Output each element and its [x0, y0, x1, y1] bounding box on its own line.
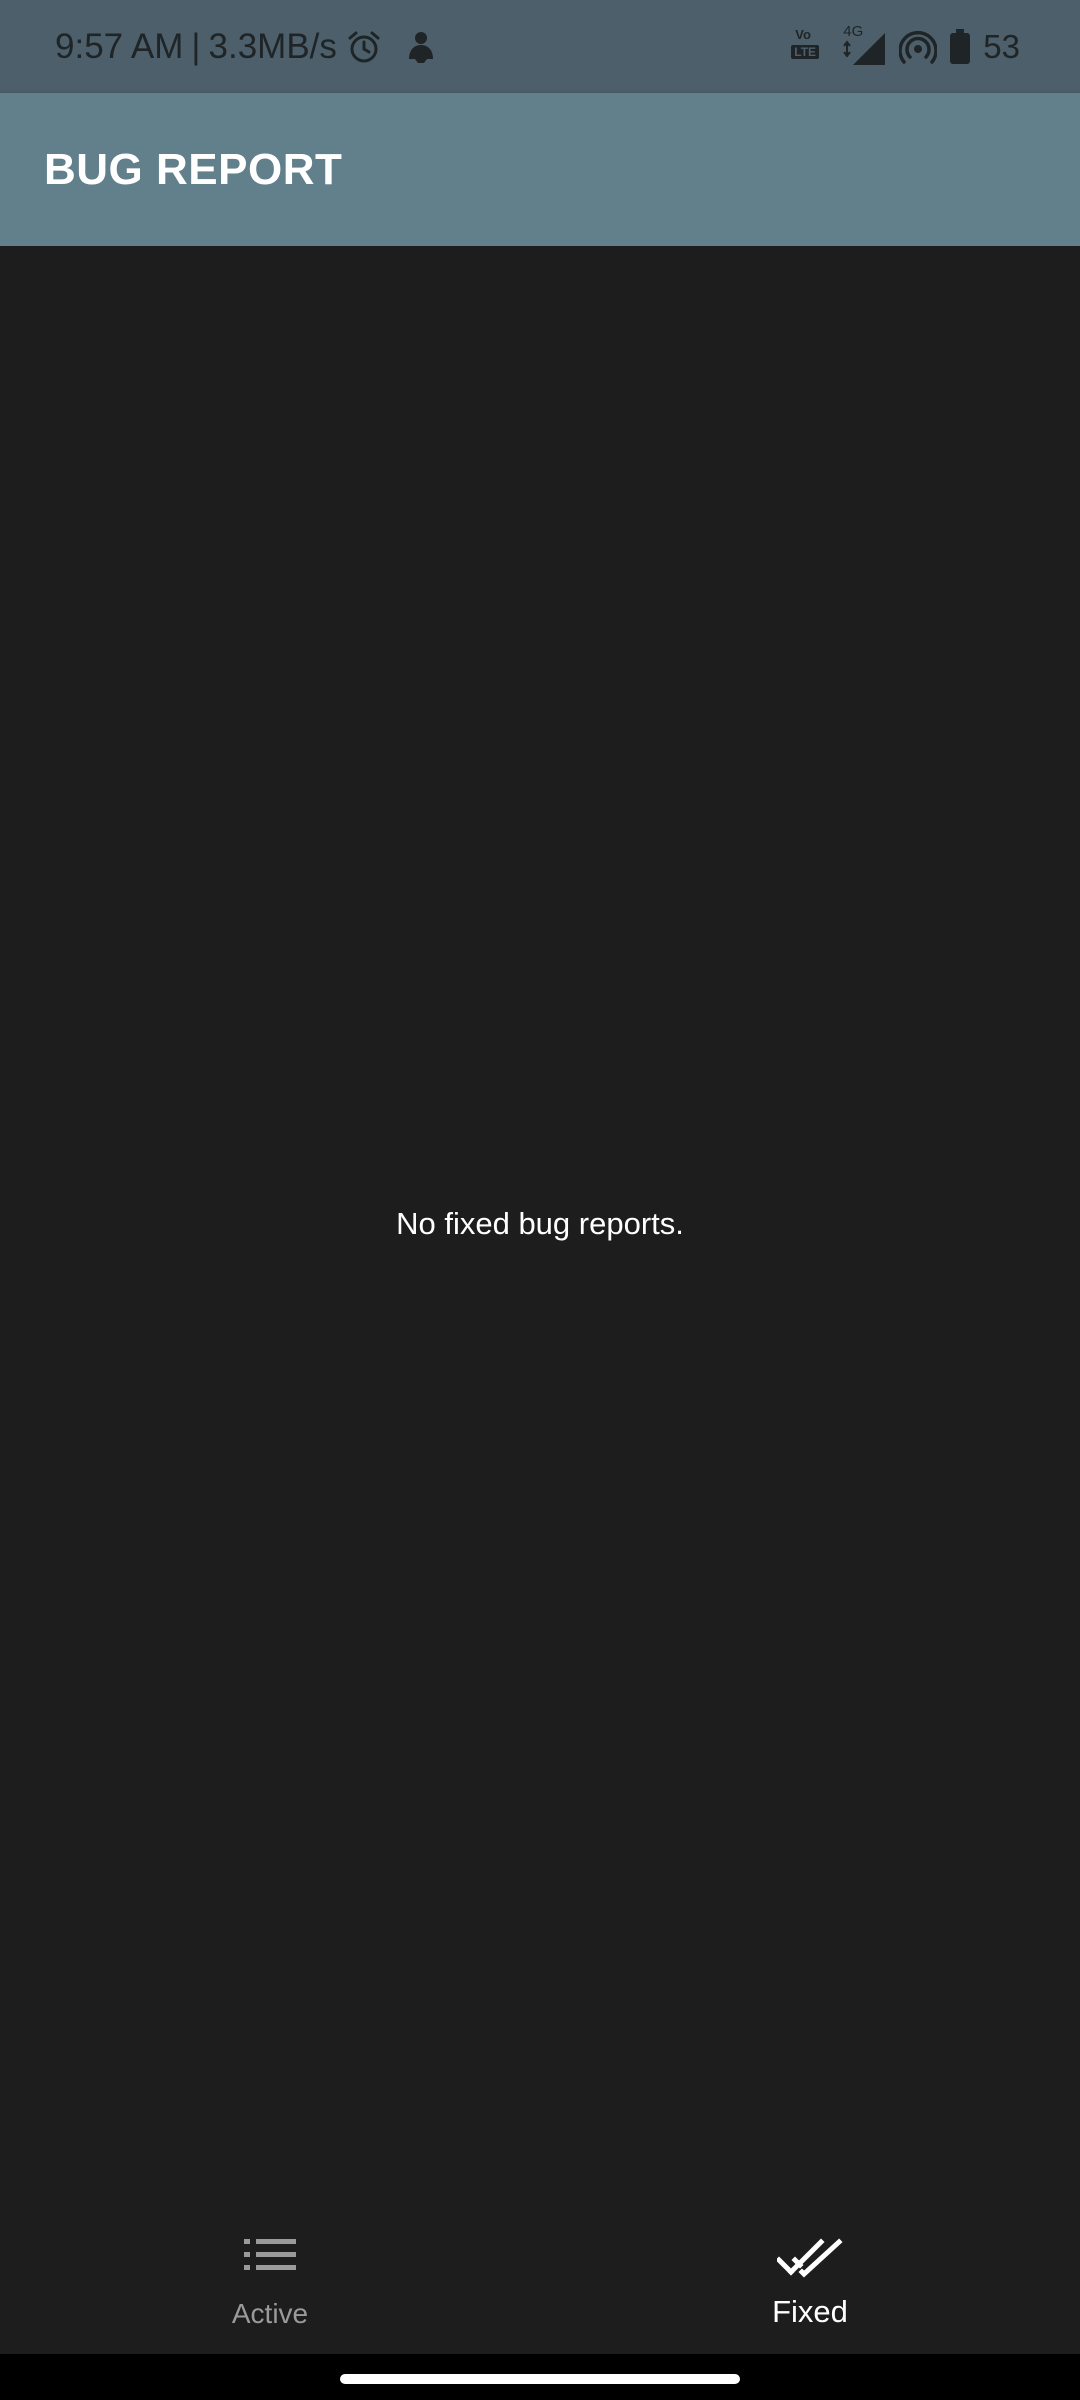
home-gesture-handle[interactable]	[340, 2374, 740, 2384]
tab-fixed[interactable]: Fixed	[540, 2194, 1080, 2354]
app-bar: BUG REPORT	[0, 93, 1080, 246]
volte-label: Vo	[795, 26, 811, 42]
status-separator: |	[191, 26, 201, 66]
tab-fixed-label: Fixed	[772, 2294, 848, 2329]
battery-icon	[949, 28, 971, 65]
tab-active[interactable]: Active	[0, 2194, 540, 2354]
list-icon	[244, 2238, 296, 2277]
status-speed: 3.3MB/s	[208, 26, 337, 66]
volte-icon: Vo LTE	[791, 27, 831, 67]
status-right: Vo LTE 4G 53	[791, 0, 1020, 93]
alarm-icon	[345, 28, 383, 66]
status-bar: 9:57 AM | 3.3MB/s Vo LTE 4G 53	[0, 0, 1080, 93]
bottom-navigation: Active Fixed	[0, 2194, 1080, 2354]
notification-icon	[405, 29, 437, 65]
fixed-reports-list: No fixed bug reports.	[0, 246, 1080, 2194]
double-check-icon	[775, 2238, 843, 2283]
battery-level: 53	[983, 27, 1020, 65]
status-left: 9:57 AM | 3.3MB/s	[55, 0, 437, 93]
hotspot-icon	[899, 28, 938, 66]
page-title: BUG REPORT	[44, 144, 343, 194]
empty-state-message: No fixed bug reports.	[396, 1206, 684, 1241]
gesture-bar	[0, 2354, 1080, 2400]
signal-icon: 4G	[843, 23, 887, 67]
tab-active-label: Active	[231, 2298, 309, 2329]
lte-label: LTE	[791, 44, 820, 59]
status-time: 9:57 AM	[55, 26, 184, 66]
